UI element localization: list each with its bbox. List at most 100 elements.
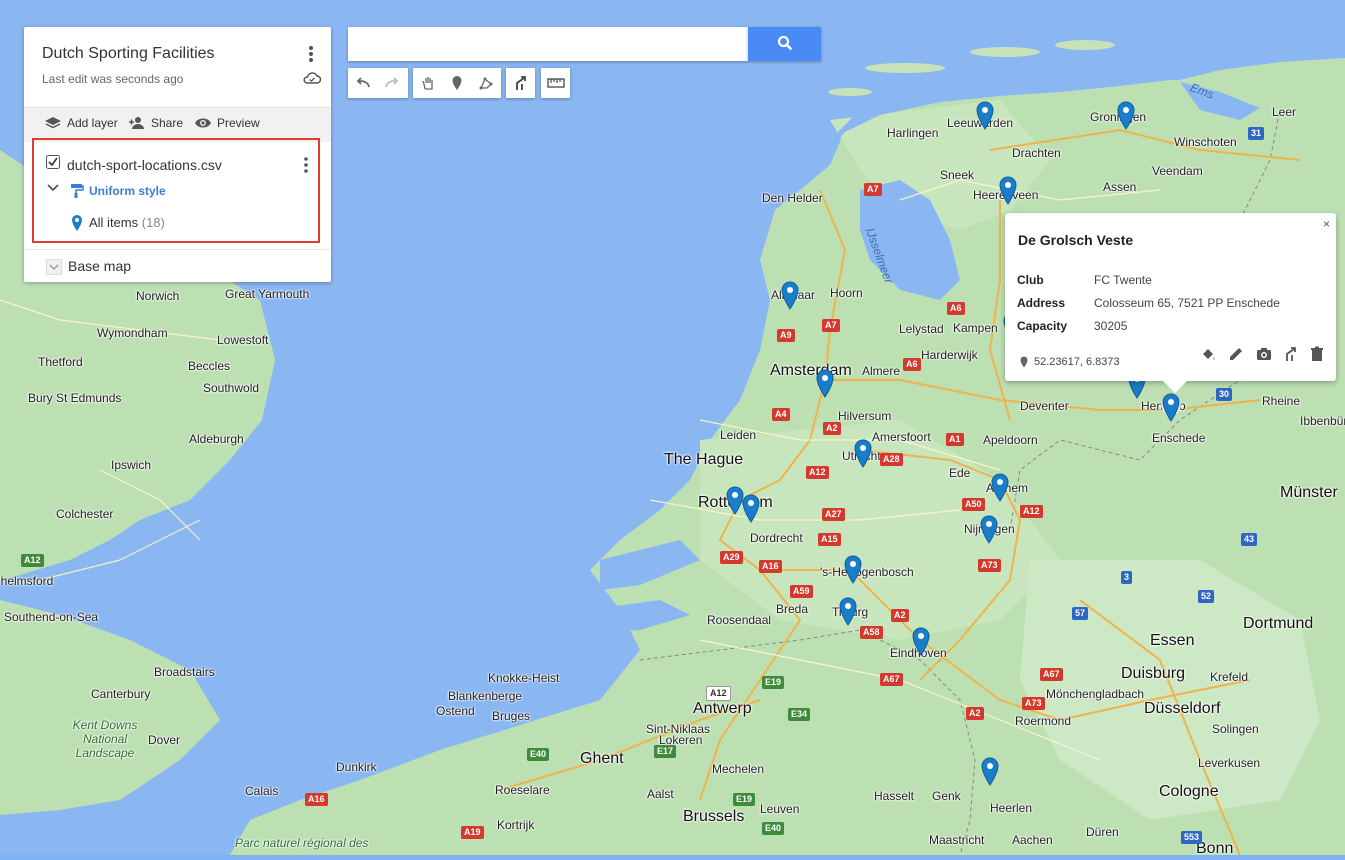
- map-city-label: Solingen: [1212, 722, 1259, 736]
- map-city-label: Roeselare: [495, 783, 550, 797]
- map-title[interactable]: Dutch Sporting Facilities: [42, 45, 215, 63]
- map-city-label: Düsseldorf: [1144, 700, 1221, 717]
- paint-roller-icon[interactable]: [70, 183, 84, 199]
- road-shield: A12: [1020, 505, 1043, 518]
- map-city-label: Dover: [148, 733, 181, 747]
- add-layer-button[interactable]: Add layer: [44, 116, 118, 130]
- edit-pencil-icon[interactable]: [1228, 346, 1244, 362]
- location-marker[interactable]: [853, 439, 873, 469]
- map-park-label: Parc naturel régional des: [235, 836, 369, 850]
- map-city-label: Hoorn: [830, 286, 863, 300]
- hand-icon: [421, 77, 433, 90]
- style-link[interactable]: Uniform style: [89, 184, 166, 198]
- location-marker[interactable]: [741, 494, 761, 524]
- share-label: Share: [151, 116, 184, 130]
- location-marker[interactable]: [815, 369, 835, 399]
- ruler-icon: [546, 78, 565, 88]
- redo-icon: [384, 77, 398, 88]
- location-marker[interactable]: [1116, 101, 1136, 131]
- map-city-label: Aldeburgh: [189, 432, 244, 446]
- map-city-label: Leer: [1272, 105, 1297, 119]
- pan-tool-button[interactable]: [413, 68, 442, 98]
- road-shield: 52: [1198, 590, 1215, 603]
- road-shield: 30: [1216, 388, 1233, 401]
- field-key: Club: [1017, 273, 1044, 287]
- road-shield: A58: [860, 626, 883, 639]
- map-park-label: Kent Downs National Landscape: [72, 718, 138, 760]
- map-city-label: Southend-on-Sea: [4, 610, 99, 624]
- map-city-label: Kampen: [953, 321, 998, 335]
- location-marker[interactable]: [980, 757, 1000, 787]
- search-input[interactable]: [348, 27, 748, 61]
- draw-line-button[interactable]: [471, 68, 500, 98]
- map-city-label: Winschoten: [1174, 135, 1237, 149]
- layer-name[interactable]: dutch-sport-locations.csv: [67, 157, 222, 173]
- road-shield: A50: [962, 498, 985, 511]
- map-city-label: Great Yarmouth: [225, 287, 310, 301]
- map-city-label: Harlingen: [887, 126, 939, 140]
- location-marker[interactable]: [911, 627, 931, 657]
- road-shield: A7: [822, 319, 840, 332]
- marker-icon: [452, 76, 461, 90]
- undo-icon: [356, 77, 370, 88]
- location-marker[interactable]: [998, 176, 1018, 206]
- search-button[interactable]: [748, 27, 821, 61]
- more-options-icon[interactable]: [305, 45, 317, 63]
- undo-redo-group: [348, 68, 408, 98]
- preview-button[interactable]: Preview: [194, 116, 260, 130]
- road-shield: A7: [864, 183, 882, 196]
- selected-location-marker[interactable]: [1161, 393, 1181, 423]
- layer-visibility-checkbox[interactable]: [46, 155, 60, 169]
- road-shield: A67: [1040, 668, 1063, 681]
- delete-icon[interactable]: [1309, 346, 1325, 362]
- chevron-down-icon[interactable]: [46, 183, 60, 193]
- map-city-label: Ghent: [580, 750, 624, 767]
- road-shield: E40: [527, 748, 550, 761]
- paint-bucket-icon[interactable]: [1200, 346, 1216, 362]
- map-city-label: Mönchengladbach: [1046, 687, 1145, 701]
- map-city-label: Aachen: [1012, 833, 1053, 847]
- feature-field-row: Capacity 30205: [1017, 319, 1127, 333]
- location-marker[interactable]: [843, 555, 863, 585]
- map-city-label: Hilversum: [838, 409, 892, 423]
- last-edit-status: Last edit was seconds ago: [42, 72, 184, 86]
- camera-icon[interactable]: [1256, 346, 1272, 362]
- add-marker-button[interactable]: [442, 68, 471, 98]
- coordinates: 52.23617, 6.8373: [1020, 356, 1120, 368]
- map-city-label: Ibbenbüren: [1300, 414, 1345, 428]
- redo-button[interactable]: [377, 68, 406, 98]
- map-city-label: Beccles: [188, 359, 231, 373]
- directions-button[interactable]: [506, 68, 535, 98]
- layers-toolbar: Add layer Share Preview: [24, 107, 331, 142]
- map-city-label: Mechelen: [712, 762, 765, 776]
- cloud-saved-icon: [303, 72, 321, 84]
- road-shield: A73: [978, 559, 1001, 572]
- road-shield: A6: [903, 358, 921, 371]
- location-marker[interactable]: [780, 281, 800, 311]
- map-city-label: Breda: [776, 602, 809, 616]
- undo-button[interactable]: [348, 68, 377, 98]
- feature-title: De Grolsch Veste: [1018, 232, 1134, 248]
- base-map-toggle-icon[interactable]: [46, 259, 62, 275]
- location-marker[interactable]: [975, 101, 995, 131]
- feature-field-row: Club FC Twente: [1017, 273, 1152, 287]
- all-items-link[interactable]: All items (18): [89, 215, 165, 230]
- directions-icon[interactable]: [1283, 346, 1299, 362]
- layer-options-icon[interactable]: [303, 157, 309, 173]
- base-map-label[interactable]: Base map: [68, 258, 131, 274]
- map-city-label: Almere: [862, 364, 901, 378]
- share-button[interactable]: Share: [128, 116, 183, 130]
- map-city-label: Amsterdam: [770, 362, 852, 379]
- map-city-label: Drachten: [1012, 146, 1061, 160]
- map-city-label: Duisburg: [1121, 665, 1186, 682]
- preview-label: Preview: [217, 116, 260, 130]
- location-marker[interactable]: [979, 515, 999, 545]
- feature-field-row: Address Colosseum 65, 7521 PP Enschede: [1017, 296, 1280, 310]
- location-marker[interactable]: [990, 473, 1010, 503]
- eye-icon: [195, 118, 211, 128]
- measure-button[interactable]: [541, 68, 570, 98]
- map-city-label: Amersfoort: [872, 430, 931, 444]
- location-marker[interactable]: [838, 597, 858, 627]
- road-shield: A1: [946, 433, 964, 446]
- close-popup-button[interactable]: ×: [1323, 217, 1330, 231]
